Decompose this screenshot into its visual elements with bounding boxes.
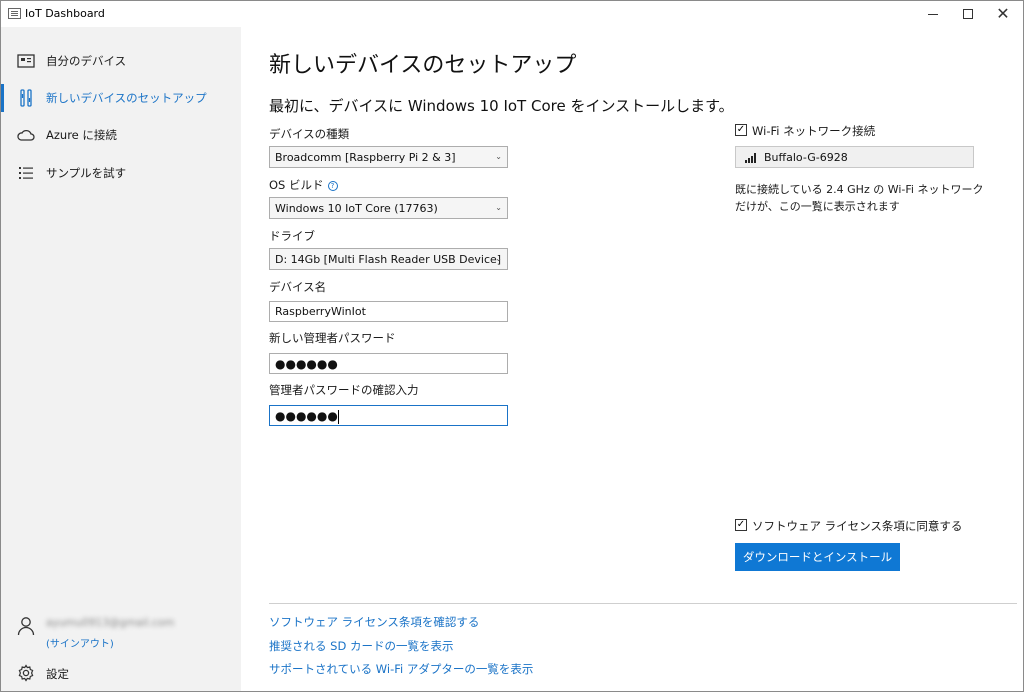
confirm-password-label: 管理者パスワードの確認入力	[269, 383, 419, 397]
signal-strength-icon	[745, 153, 757, 163]
sidebar: 自分のデバイス 新しいデバイスのセットアップ Azure に接続 サンプルを試す	[1, 27, 241, 691]
drive-label: ドライブ	[269, 229, 315, 243]
account-section: ayumu0913@gmail.com (サインアウト)	[1, 613, 241, 653]
divider	[269, 603, 1017, 604]
device-name-input[interactable]: RaspberryWinIot	[269, 301, 508, 322]
setup-icon	[17, 89, 35, 107]
admin-password-value: ●●●●●●	[275, 357, 338, 371]
close-icon: ✕	[996, 4, 1010, 23]
admin-password-label: 新しい管理者パスワード	[269, 331, 396, 345]
gear-icon	[17, 664, 35, 682]
app-icon	[8, 8, 21, 19]
title-bar: IoT Dashboard ✕	[1, 1, 1023, 27]
os-build-value: Windows 10 IoT Core (17763)	[275, 202, 438, 215]
settings-label: 設定	[46, 667, 69, 681]
sidebar-item-azure[interactable]: Azure に接続	[1, 117, 241, 153]
text-caret	[337, 410, 339, 424]
minimize-icon	[928, 13, 938, 15]
license-checkbox[interactable]: ✓	[735, 519, 747, 531]
device-name-value: RaspberryWinIot	[275, 305, 366, 318]
chevron-down-icon: ⌄	[495, 254, 502, 263]
user-icon	[17, 616, 35, 638]
chevron-down-icon: ⌄	[495, 152, 502, 161]
wifi-adapter-list-link[interactable]: サポートされている Wi-Fi アダプターの一覧を表示	[269, 661, 533, 677]
app-window: IoT Dashboard ✕ 自分のデバイス 新しいデバイスのセットアップ A…	[0, 0, 1024, 692]
sidebar-item-label: 新しいデバイスのセットアップ	[46, 91, 207, 105]
confirm-password-input[interactable]: ●●●●●●	[269, 405, 508, 426]
close-button[interactable]: ✕	[986, 1, 1020, 27]
confirm-password-value: ●●●●●●	[275, 409, 338, 423]
device-name-label: デバイス名	[269, 280, 327, 294]
account-email: ayumu0913@gmail.com	[46, 617, 175, 629]
page-title: 新しいデバイスのセットアップ	[269, 53, 577, 78]
admin-password-input[interactable]: ●●●●●●	[269, 353, 508, 374]
sidebar-item-setup-device[interactable]: 新しいデバイスのセットアップ	[1, 80, 241, 116]
wifi-note: 既に接続している 2.4 GHz の Wi-Fi ネットワークだけが、この一覧に…	[735, 183, 984, 213]
wifi-checkbox[interactable]: ✓	[735, 124, 747, 136]
signout-link[interactable]: (サインアウト)	[46, 635, 114, 650]
help-icon[interactable]: ?	[327, 180, 338, 191]
device-type-label: デバイスの種類	[269, 127, 350, 141]
maximize-icon	[963, 9, 973, 19]
os-build-select[interactable]: Windows 10 IoT Core (17763) ⌄	[269, 197, 508, 219]
sidebar-item-label: 自分のデバイス	[46, 54, 127, 68]
sidebar-item-samples[interactable]: サンプルを試す	[1, 155, 241, 191]
maximize-button[interactable]	[951, 1, 985, 27]
main-content: 新しいデバイスのセットアップ 最初に、デバイスに Windows 10 IoT …	[241, 27, 1023, 691]
window-title: IoT Dashboard	[25, 7, 105, 20]
device-type-select[interactable]: Broadcomm [Raspberry Pi 2 & 3] ⌄	[269, 146, 508, 168]
os-build-label: OS ビルド	[269, 178, 324, 192]
license-checkbox-label: ソフトウェア ライセンス条項に同意する	[752, 519, 963, 533]
os-build-label-row: OS ビルド?	[269, 177, 338, 193]
sidebar-item-my-devices[interactable]: 自分のデバイス	[1, 43, 241, 79]
wifi-network-select[interactable]: Buffalo-G-6928	[735, 146, 974, 168]
chevron-down-icon: ⌄	[495, 203, 502, 212]
download-install-button[interactable]: ダウンロードとインストール	[735, 543, 900, 571]
sidebar-item-label: Azure に接続	[46, 128, 117, 142]
sidebar-item-label: サンプルを試す	[46, 166, 127, 180]
device-icon	[17, 52, 35, 70]
wifi-checkbox-label: Wi-Fi ネットワーク接続	[752, 124, 876, 138]
drive-select[interactable]: D: 14Gb [Multi Flash Reader USB Device] …	[269, 248, 508, 270]
license-terms-link[interactable]: ソフトウェア ライセンス条項を確認する	[269, 614, 479, 630]
device-type-value: Broadcomm [Raspberry Pi 2 & 3]	[275, 151, 456, 164]
sd-card-list-link[interactable]: 推奨される SD カードの一覧を表示	[269, 638, 453, 654]
minimize-button[interactable]	[916, 1, 950, 27]
wifi-network-name: Buffalo-G-6928	[764, 151, 848, 164]
cloud-icon	[17, 126, 35, 144]
drive-value: D: 14Gb [Multi Flash Reader USB Device]	[275, 253, 502, 266]
sidebar-item-settings[interactable]: 設定	[1, 659, 241, 687]
page-subtitle: 最初に、デバイスに Windows 10 IoT Core をインストールします…	[269, 97, 734, 115]
list-icon	[17, 164, 35, 182]
active-indicator	[1, 84, 4, 112]
